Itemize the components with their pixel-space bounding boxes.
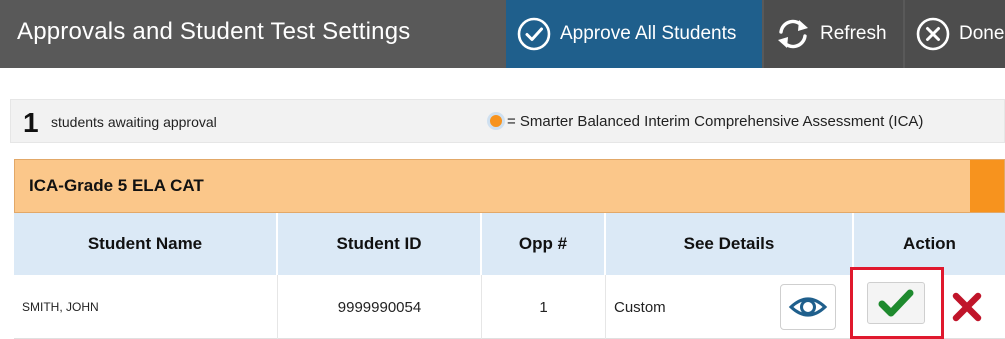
student-id-cell: 9999990054	[278, 275, 482, 339]
approve-all-students-button[interactable]: Approve All Students	[506, 0, 762, 68]
ica-dot-icon	[487, 112, 505, 130]
awaiting-text: students awaiting approval	[51, 114, 217, 130]
deny-button[interactable]	[947, 285, 987, 329]
table-header: Student Name Student ID Opp # See Detail…	[14, 213, 1005, 275]
done-label: Done	[959, 23, 1005, 44]
approval-status-bar: 1 students awaiting approval = Smarter B…	[10, 99, 1005, 143]
page-title: Approvals and Student Test Settings	[17, 18, 411, 45]
done-button[interactable]: Done	[905, 0, 1005, 68]
ica-legend: = Smarter Balanced Interim Comprehensive…	[487, 112, 923, 130]
refresh-label: Refresh	[820, 23, 887, 44]
check-circle-icon	[517, 17, 551, 51]
test-group-header: ICA-Grade 5 ELA CAT	[14, 159, 1005, 213]
close-circle-icon	[916, 17, 950, 51]
approve-student-button-highlight[interactable]	[850, 267, 944, 339]
legend-text: = Smarter Balanced Interim Comprehensive…	[507, 112, 924, 130]
ica-accent-marker	[970, 160, 1004, 212]
student-name-cell: SMITH, JOHN	[14, 275, 278, 339]
x-icon	[952, 292, 982, 322]
column-header-opp: Opp #	[482, 213, 606, 275]
checkmark-icon	[878, 289, 914, 317]
refresh-icon	[778, 19, 808, 49]
see-details-button[interactable]	[780, 284, 836, 330]
column-header-student-id: Student ID	[278, 213, 482, 275]
approval-table: Student Name Student ID Opp # See Detail…	[14, 213, 1005, 339]
column-header-see-details: See Details	[606, 213, 854, 275]
approve-all-label: Approve All Students	[560, 23, 737, 44]
eye-icon	[788, 297, 828, 317]
column-header-action: Action	[903, 234, 956, 253]
column-header-student-name: Student Name	[14, 213, 278, 275]
approve-button[interactable]	[867, 282, 925, 324]
details-value: Custom	[614, 298, 666, 316]
test-group-title: ICA-Grade 5 ELA CAT	[29, 176, 204, 195]
opp-number-cell: 1	[482, 275, 606, 339]
app-header: Approvals and Student Test Settings Appr…	[0, 0, 1005, 68]
awaiting-count: 1	[23, 107, 39, 138]
refresh-button[interactable]: Refresh	[764, 0, 903, 68]
